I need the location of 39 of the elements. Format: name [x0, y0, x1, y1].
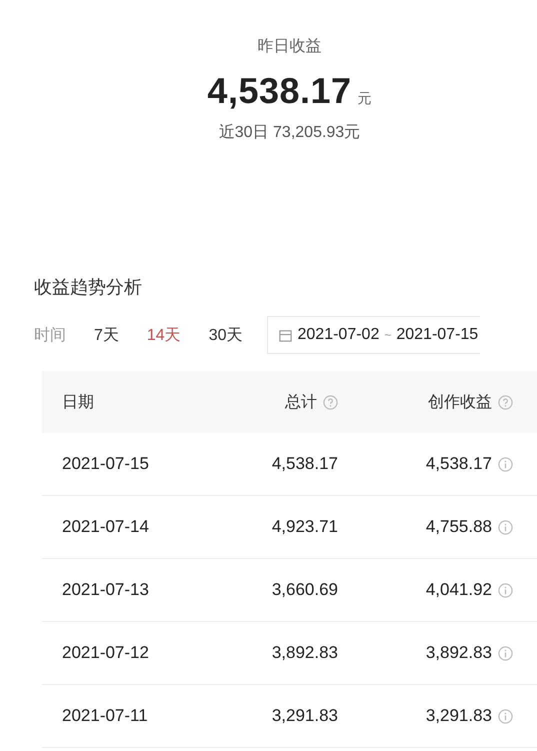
- range-tab[interactable]: 30天: [208, 324, 242, 346]
- table-cell: 2021-07-13: [62, 580, 149, 599]
- table-cell: 2021-07-15: [62, 454, 149, 473]
- table-cell: 3,291.83: [426, 706, 492, 726]
- range-tab[interactable]: 14天: [146, 324, 181, 346]
- help-icon: [498, 394, 513, 410]
- table-cell: 4,538.17: [272, 454, 338, 474]
- earnings-amount: 4,538.17: [207, 70, 352, 112]
- range-tab[interactable]: 7天: [94, 324, 119, 346]
- help-icon: [323, 394, 338, 410]
- table-cell: 4,923.71: [272, 517, 338, 537]
- table-cell: 2021-07-12: [62, 643, 149, 662]
- table-cell: 2021-07-14: [62, 517, 149, 536]
- info-icon: [498, 520, 513, 534]
- info-icon: [498, 582, 513, 598]
- column-header: 创作收益: [428, 392, 492, 412]
- table-cell: 4,041.92: [426, 580, 492, 600]
- table-cell: 3,291.83: [272, 706, 338, 726]
- column-header: 日期: [62, 392, 94, 412]
- end-date: 2021-07-15: [396, 326, 478, 344]
- table-cell: 3,660.69: [272, 580, 338, 600]
- summary-title: 昨日收益: [258, 37, 322, 57]
- column-header: 总计: [285, 392, 317, 412]
- info-icon: [498, 646, 513, 660]
- date-range-field[interactable]: 2021-07-02 ~ 2021-07-15: [266, 316, 480, 354]
- section-title: 收益趋势分析: [34, 276, 143, 299]
- table-cell: 3,892.83: [272, 643, 338, 663]
- table-cell: 4,538.17: [426, 454, 492, 474]
- table-cell: 4,755.88: [426, 517, 492, 537]
- info-icon: [498, 708, 513, 724]
- filter-label: 时间: [34, 326, 66, 346]
- recent-earnings: 近30日 73,205.93元: [218, 122, 360, 143]
- date-separator: ~: [384, 328, 392, 342]
- table-cell: 2021-07-11: [62, 706, 148, 725]
- calendar-icon: [278, 328, 292, 342]
- table-cell: 3,892.83: [426, 643, 492, 663]
- currency-unit: 元: [358, 90, 372, 108]
- info-icon: [498, 456, 513, 472]
- start-date: 2021-07-02: [298, 326, 380, 344]
